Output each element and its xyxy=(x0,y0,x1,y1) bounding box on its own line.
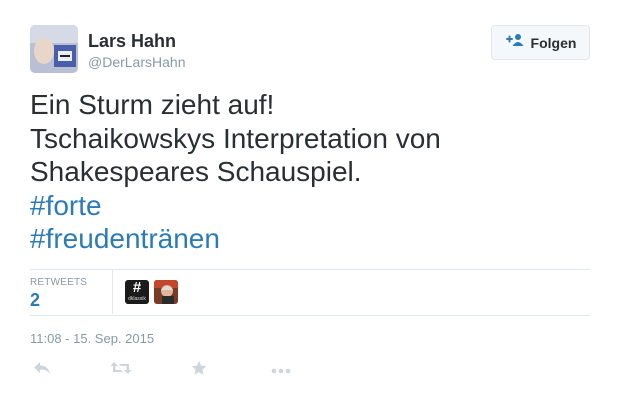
tweet-timestamp[interactable]: 11:08 - 15. Sep. 2015 xyxy=(30,331,154,346)
avatar-subtext: dklassik xyxy=(128,296,146,302)
stats-separator xyxy=(112,270,113,314)
follow-button[interactable]: Folgen xyxy=(491,25,590,60)
retweeter-avatar-hashtag[interactable]: # dklassik xyxy=(125,280,149,304)
divider xyxy=(30,315,590,316)
reply-button[interactable] xyxy=(31,360,53,380)
divider xyxy=(30,269,590,270)
hashtag-link[interactable]: #forte xyxy=(30,189,590,223)
retweets-count[interactable]: 2 xyxy=(30,290,40,311)
user-name[interactable]: Lars Hahn xyxy=(88,31,176,52)
tweet-line: Tschaikowskys Interpretation von xyxy=(30,122,441,154)
more-icon xyxy=(271,361,291,379)
profile-avatar[interactable] xyxy=(30,25,78,73)
favorite-button[interactable] xyxy=(188,360,210,380)
retweet-icon xyxy=(110,361,132,380)
add-user-icon xyxy=(505,33,525,52)
tweet-line: Shakespeares Schauspiel. xyxy=(30,156,362,187)
tweet-text: Ein Sturm zieht auf! Tschaikowskys Inter… xyxy=(30,88,590,256)
reply-icon xyxy=(33,361,51,380)
hashtag-link[interactable]: #freudentränen xyxy=(30,222,590,256)
avatar-symbol: # xyxy=(132,280,142,296)
tweet-line: Ein Sturm zieht auf! xyxy=(30,89,275,120)
more-button[interactable] xyxy=(270,360,292,380)
favorite-icon xyxy=(191,360,207,381)
retweets-label: RETWEETS xyxy=(30,277,88,288)
retweeter-avatar-person[interactable] xyxy=(154,280,178,304)
follow-button-label: Folgen xyxy=(530,34,577,51)
retweet-button[interactable] xyxy=(110,360,132,380)
user-handle[interactable]: @DerLarsHahn xyxy=(88,54,185,70)
